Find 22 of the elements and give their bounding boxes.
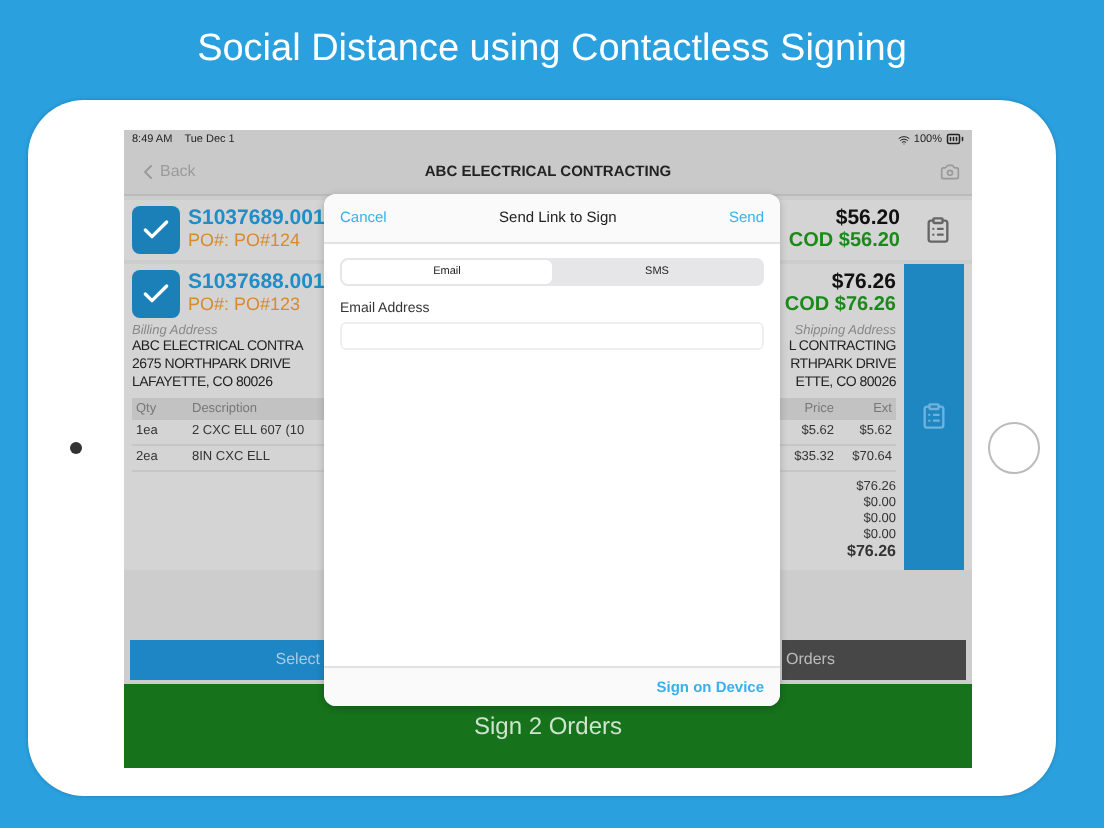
orders-button[interactable]: Orders bbox=[782, 639, 966, 679]
select-button[interactable]: Select bbox=[130, 639, 324, 679]
checkbox[interactable] bbox=[132, 205, 180, 253]
po-number: PO#: PO#124 bbox=[188, 230, 303, 252]
po-number: PO#: PO#123 bbox=[188, 294, 303, 316]
details-panel[interactable] bbox=[904, 263, 964, 569]
checkbox[interactable] bbox=[132, 269, 180, 317]
total-value: $76.26 bbox=[847, 543, 896, 559]
order-number: S1037689.001 bbox=[188, 206, 325, 230]
wifi-icon bbox=[897, 133, 910, 145]
cod-amount: COD $76.26 bbox=[784, 293, 896, 317]
home-button[interactable] bbox=[988, 422, 1040, 474]
clipboard-icon[interactable] bbox=[924, 215, 952, 243]
headline: Social Distance using Contactless Signing bbox=[195, 26, 909, 74]
order-total: $76.26 bbox=[831, 269, 896, 293]
order-number: S1037688.001 bbox=[188, 270, 325, 294]
cod-amount: COD $56.20 bbox=[788, 229, 900, 253]
camera-dot bbox=[70, 442, 82, 454]
battery-icon bbox=[946, 130, 964, 148]
order-total: $56.20 bbox=[835, 205, 900, 229]
clipboard-icon bbox=[920, 402, 948, 430]
camera-icon[interactable] bbox=[940, 161, 960, 181]
